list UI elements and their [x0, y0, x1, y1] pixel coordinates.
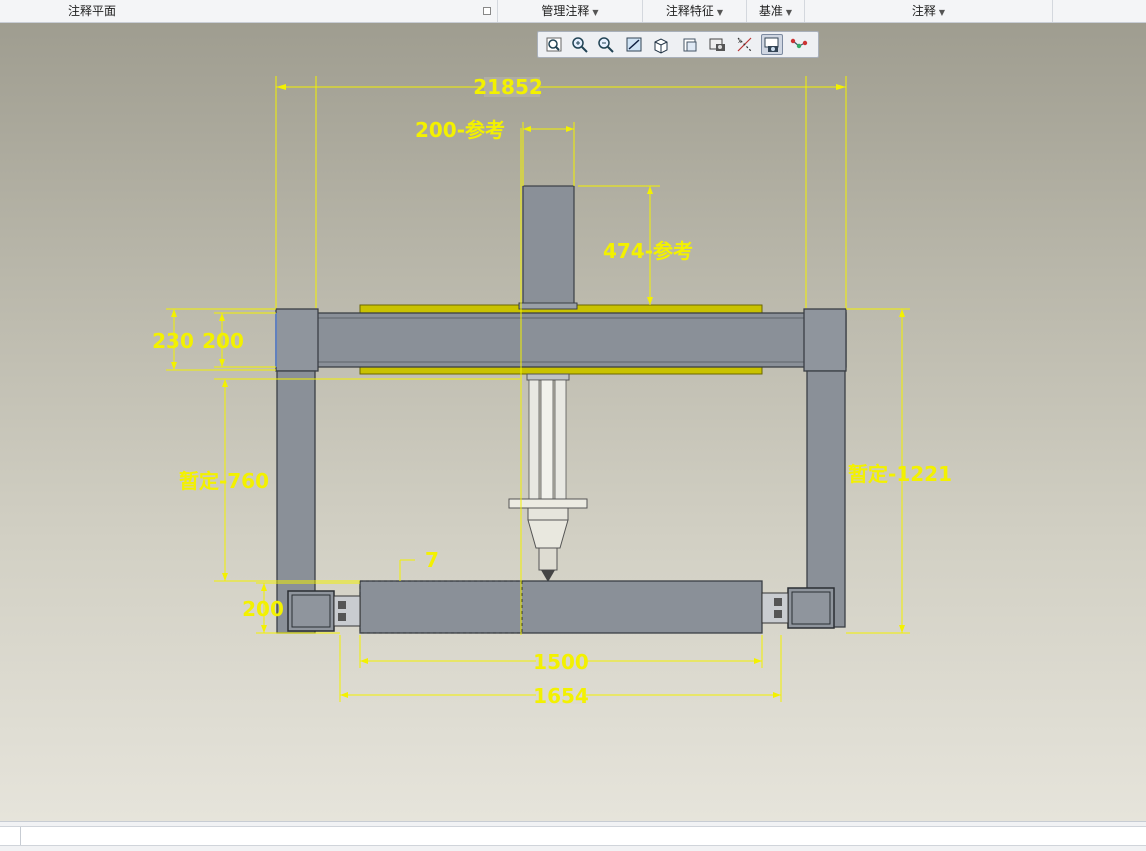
- ribbon-bar: 注释平面 管理注释 ▼ 注释特征 ▼ 基准 ▼ 注释 ▼: [0, 0, 1146, 23]
- left-coupling: [333, 595, 361, 627]
- zoom-in-button[interactable]: [569, 34, 591, 55]
- chevron-down-icon: ▼: [938, 8, 946, 17]
- repaint-button[interactable]: [623, 34, 645, 55]
- spindle-nose: [527, 519, 569, 549]
- saved-views-icon: [683, 38, 697, 52]
- view-manager-button[interactable]: [706, 34, 728, 55]
- left-beam-cap: [275, 308, 319, 372]
- chevron-down-icon: ▼: [592, 8, 599, 17]
- crossbeam: [275, 312, 847, 368]
- dim-beam-outer[interactable]: 230: [152, 329, 194, 353]
- spindle-rod-1: [528, 379, 540, 501]
- view-toolbar: x: [537, 31, 819, 58]
- ribbon-group-annotation-features[interactable]: 注释特征 ▼: [643, 0, 747, 22]
- message-area-handle[interactable]: [0, 827, 21, 845]
- annotation-label: 注释: [911, 4, 936, 18]
- ribbon-group-manage-annotations[interactable]: 管理注释 ▼: [498, 0, 643, 22]
- view-manager-icon: [709, 38, 725, 51]
- chevron-down-icon: ▼: [785, 8, 793, 17]
- spindle-rod-2: [540, 379, 554, 501]
- datum-label: 基准: [758, 4, 783, 18]
- left-foot: [287, 590, 335, 632]
- message-area[interactable]: [0, 826, 1146, 846]
- saved-views-button[interactable]: [679, 34, 701, 55]
- annotation-display-icon: [764, 37, 779, 52]
- dialog-launcher-icon[interactable]: [483, 7, 491, 15]
- dim-bottom-left[interactable]: 200: [242, 597, 284, 621]
- manage-annotations-label: 管理注释: [541, 4, 590, 18]
- spindle-rod-3: [554, 379, 567, 501]
- zoom-in-icon: [572, 37, 588, 53]
- dim-beam-inner[interactable]: 200: [202, 329, 244, 353]
- status-bar: [0, 821, 1146, 851]
- spin-center-icon: [790, 38, 808, 49]
- model-drawing: 21852 200-参考 474-参考 230 200 暂定-760 暂定-12…: [152, 75, 952, 708]
- right-foot: [787, 587, 835, 629]
- right-beam-cap: [803, 308, 847, 372]
- dim-overall-width[interactable]: 21852: [473, 75, 543, 99]
- graphics-viewport[interactable]: 21852 200-参考 474-参考 230 200 暂定-760 暂定-12…: [0, 23, 1146, 821]
- annotation-display-button[interactable]: [761, 34, 783, 55]
- svg-text:x: x: [738, 38, 742, 45]
- datum-display-icon: x: [737, 37, 752, 52]
- ribbon-group-annotation-plane[interactable]: 注释平面: [0, 0, 498, 22]
- dim-top-ref[interactable]: 200-参考: [415, 118, 505, 142]
- dim-length-1654[interactable]: 1654: [533, 684, 589, 708]
- ribbon-group-annotation[interactable]: 注释 ▼: [805, 0, 1053, 22]
- dim-right-height[interactable]: 暂定-1221: [848, 462, 952, 486]
- refit-button[interactable]: [543, 34, 565, 55]
- dim-length-1500[interactable]: 1500: [533, 650, 589, 674]
- bottom-bed: [359, 580, 763, 634]
- chevron-down-icon: ▼: [716, 8, 724, 17]
- zoom-out-button[interactable]: [595, 34, 617, 55]
- repaint-icon: [626, 37, 642, 52]
- dim-left-height[interactable]: 暂定-760: [179, 469, 269, 493]
- datum-display-button[interactable]: x: [734, 34, 756, 55]
- annotation-plane-label: 注释平面: [68, 4, 117, 18]
- z-column: [522, 185, 575, 307]
- ribbon-group-datum[interactable]: 基准 ▼: [747, 0, 805, 22]
- zoom-out-icon: [598, 37, 614, 53]
- refit-icon: [546, 37, 562, 52]
- display-style-button[interactable]: [650, 34, 672, 55]
- spin-center-button[interactable]: [788, 34, 810, 55]
- display-style-icon: [654, 38, 668, 54]
- annotation-features-label: 注释特征: [665, 4, 714, 18]
- dim-gap[interactable]: 7: [425, 548, 439, 572]
- right-coupling: [761, 592, 789, 624]
- z-column-base: [518, 302, 578, 310]
- tool-tip: [541, 570, 555, 582]
- dim-vertical-ref[interactable]: 474-参考: [603, 239, 693, 263]
